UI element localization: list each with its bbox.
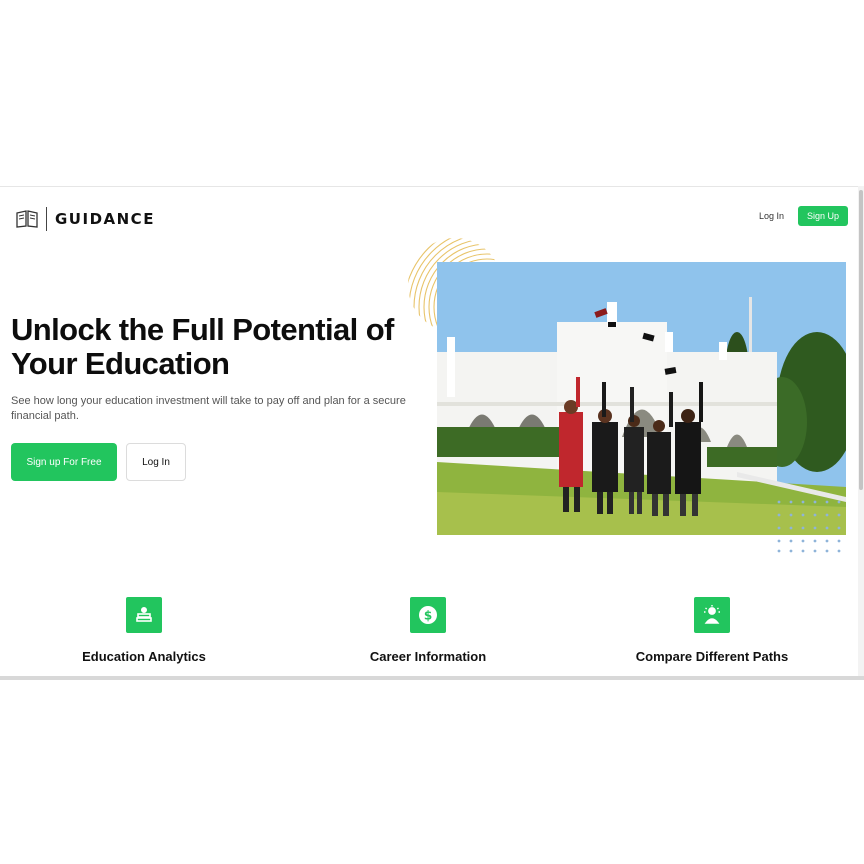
decorative-dots <box>776 499 852 560</box>
brand-name: GUIDANCE <box>55 210 155 228</box>
idea-person-icon <box>694 597 730 633</box>
nav-signup-button[interactable]: Sign Up <box>797 206 848 226</box>
feature-education-analytics: Education Analytics <box>24 597 264 664</box>
brand-logo[interactable]: GUIDANCE <box>16 207 155 231</box>
open-book-icon <box>16 210 38 228</box>
books-icon <box>126 597 162 633</box>
feature-title: Education Analytics <box>82 649 206 664</box>
feature-compare-paths: Compare Different Paths <box>592 597 832 664</box>
svg-text:$: $ <box>424 609 432 623</box>
feature-title: Compare Different Paths <box>635 649 789 664</box>
browser-viewport: GUIDANCE Log In Sign Up Unlock the Full … <box>0 186 864 681</box>
logo-divider <box>46 207 47 231</box>
dollar-icon: $ <box>410 597 446 633</box>
nav-login-link[interactable]: Log In <box>759 207 784 225</box>
hero-image-graduation <box>437 262 846 535</box>
feature-title: Career Information <box>369 649 487 664</box>
scrollbar-thumb[interactable] <box>859 190 863 490</box>
feature-career-information: $ Career Information <box>308 597 548 664</box>
signup-free-button[interactable]: Sign up For Free <box>11 443 117 481</box>
hero-subtitle: See how long your education investment w… <box>11 395 406 422</box>
hero-title: Unlock the Full Potential of Your Educat… <box>11 312 394 381</box>
horizontal-scrollbar[interactable] <box>0 676 864 680</box>
hero-login-button[interactable]: Log In <box>126 443 186 481</box>
top-nav: Log In Sign Up <box>759 206 848 226</box>
